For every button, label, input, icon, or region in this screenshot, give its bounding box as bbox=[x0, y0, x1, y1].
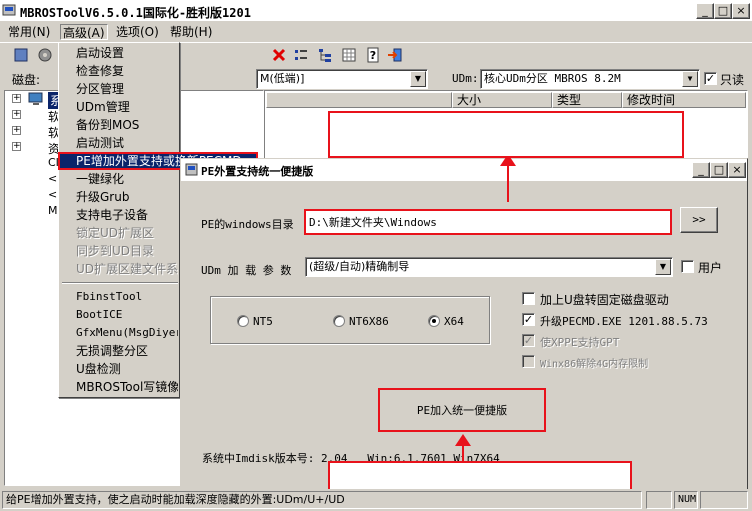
udm-params-select[interactable]: (超级/自动)精确制导 ▼ bbox=[305, 257, 673, 277]
callout-drag bbox=[328, 111, 684, 158]
option-upgrade-pecmd-checkbox[interactable]: ✓ bbox=[522, 313, 535, 326]
menu-item-sync-ud[interactable]: 同步到UD目录 bbox=[62, 242, 178, 260]
chevron-down-icon[interactable]: ▼ bbox=[682, 71, 698, 87]
minimize-button[interactable]: _ bbox=[696, 3, 714, 19]
option-usb-fixed-label: 加上U盘转固定磁盘驱动 bbox=[540, 293, 669, 307]
status-pane-blank bbox=[646, 491, 672, 509]
readonly-checkbox[interactable]: ✓ bbox=[704, 72, 717, 85]
menu-item-bootice[interactable]: BootICE bbox=[62, 306, 178, 324]
status-num: NUM bbox=[674, 491, 698, 509]
menu-item-gfxmenu[interactable]: GfxMenu(MsgDiyer) bbox=[62, 324, 178, 342]
delete-icon[interactable] bbox=[270, 46, 288, 64]
menu-item-resize-partition[interactable]: 无损调整分区 bbox=[62, 342, 178, 360]
column-type-header[interactable]: 类型 bbox=[552, 92, 622, 108]
menu-item-upgrade-grub[interactable]: 升级Grub bbox=[62, 188, 178, 206]
gear-icon[interactable] bbox=[36, 46, 54, 64]
menu-options[interactable]: 选项(O) bbox=[116, 24, 159, 40]
windows-dir-label: PE的windows目录 bbox=[201, 218, 294, 231]
udm-label: UDm: bbox=[452, 72, 479, 85]
expand-icon[interactable]: + bbox=[12, 110, 21, 119]
dialog-title: PE外置支持统一便捷版 bbox=[201, 165, 314, 178]
callout-add bbox=[328, 461, 632, 491]
menu-item-lock-ud[interactable]: 锁定UD扩展区 bbox=[62, 224, 178, 242]
disk-select-value: M(低端)] bbox=[260, 72, 305, 85]
option-upgrade-pecmd-label: 升级PECMD.EXE 1201.88.5.73 bbox=[540, 315, 708, 328]
menu-item-boot-test[interactable]: 启动测试 bbox=[62, 134, 178, 152]
status-pane-end bbox=[700, 491, 748, 509]
menu-item-partition-mgmt[interactable]: 分区管理 bbox=[62, 80, 178, 98]
radio-nt6x86-label: NT6X86 bbox=[349, 315, 389, 328]
maximize-button[interactable]: □ bbox=[714, 3, 732, 19]
option-xppe-gpt-checkbox[interactable]: ✓ bbox=[522, 334, 535, 347]
column-modified-header[interactable]: 修改时间 bbox=[622, 92, 746, 108]
radio-nt5-label: NT5 bbox=[253, 315, 273, 328]
menu-help[interactable]: 帮助(H) bbox=[170, 24, 212, 40]
udm-params-value: (超级/自动)精确制导 bbox=[309, 260, 410, 273]
tree-item[interactable]: < bbox=[48, 188, 57, 201]
menu-item-udm-mgmt[interactable]: UDm管理 bbox=[62, 98, 178, 116]
app-icon bbox=[2, 3, 16, 17]
menu-item-ud-fs[interactable]: UD扩展区建文件系统 bbox=[62, 260, 178, 278]
list-icon[interactable] bbox=[292, 46, 310, 64]
udm-select[interactable]: 核心UDm分区 MBROS 8.2M ▼ bbox=[480, 69, 700, 89]
pe-join-button[interactable]: PE加入统一便捷版 bbox=[378, 388, 546, 432]
app-title: MBROSToolV6.5.0.1国际化-胜利版1201 bbox=[20, 6, 251, 20]
expand-icon[interactable]: + bbox=[12, 142, 21, 151]
option-xppe-gpt-label: 使XPPE支持GPT bbox=[540, 336, 620, 349]
menubar bbox=[0, 22, 752, 42]
menu-advanced[interactable]: 高级(A) bbox=[60, 24, 108, 40]
menu-item-write-image[interactable]: MBROSTool写镜像 bbox=[62, 378, 178, 396]
menu-item-green[interactable]: 一键绿化 bbox=[62, 170, 178, 188]
menu-item-usb-check[interactable]: U盘检测 bbox=[62, 360, 178, 378]
menu-item-electronic-devices[interactable]: 支持电子设备 bbox=[62, 206, 178, 224]
chevron-down-icon[interactable]: ▼ bbox=[655, 259, 671, 275]
close-button[interactable]: × bbox=[732, 3, 750, 19]
tree-item[interactable]: < bbox=[48, 172, 57, 185]
option-4g-limit-label: Winx86解除4G内存限制 bbox=[540, 359, 649, 370]
user-label: 用户 bbox=[698, 261, 723, 275]
grid-icon[interactable] bbox=[340, 46, 358, 64]
dialog-maximize-button[interactable]: □ bbox=[710, 162, 728, 178]
radio-nt6x86[interactable] bbox=[333, 315, 345, 327]
menu-common[interactable]: 常用(N) bbox=[8, 24, 50, 40]
readonly-label: 只读 bbox=[720, 73, 745, 87]
disk-select[interactable]: M(低端)] ▼ bbox=[256, 69, 428, 89]
arrow-up-icon bbox=[453, 432, 473, 462]
radio-x64-label: X64 bbox=[444, 315, 464, 328]
column-name-header[interactable] bbox=[266, 92, 452, 108]
radio-x64[interactable] bbox=[428, 315, 440, 327]
expand-icon[interactable]: + bbox=[12, 126, 21, 135]
svg-text:?: ? bbox=[370, 49, 376, 62]
option-4g-limit-checkbox[interactable] bbox=[522, 355, 535, 368]
help-icon[interactable]: ? bbox=[364, 46, 382, 64]
menu-separator bbox=[62, 282, 178, 284]
user-checkbox[interactable] bbox=[681, 260, 694, 273]
radio-nt5[interactable] bbox=[237, 315, 249, 327]
menu-item-backup-mos[interactable]: 备份到MOS bbox=[62, 116, 178, 134]
expand-icon[interactable]: + bbox=[12, 94, 21, 103]
option-usb-fixed-checkbox[interactable] bbox=[522, 292, 535, 305]
browse-button[interactable]: >> bbox=[680, 207, 718, 233]
udm-params-label: UDm 加 载 参 数 bbox=[201, 264, 292, 277]
status-message: 给PE增加外置支持，使之启动时能加载深度隐藏的外置:UDm/U+/UD bbox=[2, 491, 642, 509]
menu-item-fbinsttool[interactable]: FbinstTool bbox=[62, 288, 178, 306]
chevron-down-icon[interactable]: ▼ bbox=[410, 71, 426, 87]
windows-dir-input[interactable]: D:\新建文件夹\Windows bbox=[304, 209, 672, 235]
dialog-app-icon bbox=[185, 163, 198, 176]
column-size-header[interactable]: 大小 bbox=[452, 92, 552, 108]
exit-icon[interactable] bbox=[386, 46, 404, 64]
menu-item-check-repair[interactable]: 检查修复 bbox=[62, 62, 178, 80]
dialog-close-button[interactable]: × bbox=[728, 162, 746, 178]
menu-item-boot-settings[interactable]: 启动设置 bbox=[62, 44, 178, 62]
dialog-minimize-button[interactable]: _ bbox=[692, 162, 710, 178]
disk-label: 磁盘: bbox=[12, 73, 41, 87]
tool-icon-1[interactable] bbox=[12, 46, 30, 64]
arrow-up-icon bbox=[498, 152, 518, 202]
tree-view-icon[interactable] bbox=[316, 46, 334, 64]
computer-icon bbox=[28, 92, 44, 106]
udm-select-value: 核心UDm分区 MBROS 8.2M bbox=[484, 72, 621, 85]
